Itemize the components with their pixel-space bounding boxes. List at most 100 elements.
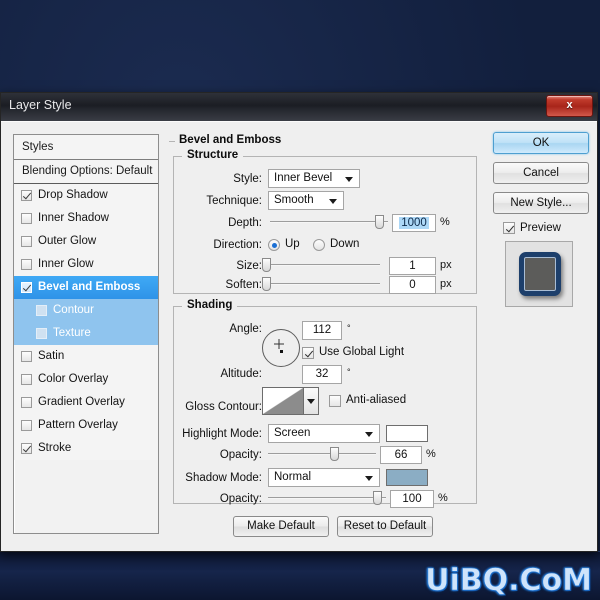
shadow-opacity-slider[interactable] — [268, 491, 386, 505]
altitude-label: Altitude: — [220, 368, 262, 380]
highlight-opacity-value: 66 — [394, 449, 408, 461]
depth-value: 1000 — [399, 217, 429, 229]
soften-input[interactable]: 0 — [389, 276, 436, 294]
gloss-contour-dropdown[interactable] — [304, 387, 319, 415]
chevron-down-icon — [365, 476, 373, 481]
preview-checkbox[interactable] — [503, 222, 515, 234]
shadow-opacity-input[interactable]: 100 — [390, 490, 434, 508]
reset-to-default-button[interactable]: Reset to Default — [337, 516, 433, 537]
angle-dial-marker — [280, 350, 283, 353]
sidebar-item-label: Bevel and Emboss — [38, 281, 141, 293]
angle-input[interactable]: 112 — [302, 321, 342, 340]
altitude-unit: ° — [347, 367, 351, 377]
use-global-light-label: Use Global Light — [319, 346, 405, 358]
dialog-titlebar: Layer Style x — [1, 93, 597, 122]
shadow-opacity-track — [268, 497, 386, 499]
sidebar-item-color-overlay[interactable]: Color Overlay — [14, 368, 158, 391]
size-value: 1 — [409, 260, 416, 272]
size-slider-track — [262, 264, 380, 266]
chevron-down-icon — [307, 399, 315, 404]
checkbox-icon[interactable] — [21, 420, 32, 431]
highlight-color-swatch[interactable] — [386, 425, 428, 442]
checkbox-icon[interactable] — [21, 282, 32, 293]
size-slider[interactable] — [262, 258, 380, 272]
size-unit: px — [440, 259, 452, 271]
direction-down-radio[interactable] — [313, 239, 325, 251]
sidebar-item-stroke[interactable]: Stroke — [14, 437, 158, 460]
sidebar-item-pattern-overlay[interactable]: Pattern Overlay — [14, 414, 158, 437]
angle-dial[interactable] — [262, 329, 300, 367]
ok-button[interactable]: OK — [493, 132, 589, 154]
sidebar-item-blending-options[interactable]: Blending Options: Default — [14, 160, 158, 184]
sidebar-item-label: Inner Shadow — [38, 212, 109, 224]
angle-unit: ° — [347, 323, 351, 333]
depth-slider[interactable] — [270, 215, 388, 229]
dialog-body: Styles Blending Options: Default Drop Sh… — [1, 121, 597, 551]
preview-toggle-row: Preview — [503, 222, 591, 234]
shadow-color-swatch[interactable] — [386, 469, 428, 486]
layer-style-dialog: Layer Style x Styles Blending Options: D… — [0, 92, 598, 552]
new-style-button[interactable]: New Style... — [493, 192, 589, 214]
checkbox-icon[interactable] — [21, 259, 32, 270]
sidebar-item-drop-shadow[interactable]: Drop Shadow — [14, 184, 158, 207]
checkbox-icon[interactable] — [21, 374, 32, 385]
styles-list: Styles Blending Options: Default Drop Sh… — [13, 134, 159, 534]
contour-curve-graphic — [263, 388, 303, 414]
size-label: Size: — [236, 260, 262, 272]
highlight-opacity-knob[interactable] — [330, 447, 339, 461]
section-rule-left — [169, 141, 175, 142]
close-icon[interactable]: x — [546, 95, 593, 117]
shading-legend: Shading — [182, 299, 238, 311]
checkbox-icon[interactable] — [36, 328, 47, 339]
chevron-down-icon — [365, 432, 373, 437]
sidebar-item-gradient-overlay[interactable]: Gradient Overlay — [14, 391, 158, 414]
sidebar-item-texture[interactable]: Texture — [14, 322, 158, 345]
soften-unit: px — [440, 278, 452, 290]
checkbox-icon[interactable] — [21, 443, 32, 454]
make-default-button[interactable]: Make Default — [233, 516, 329, 537]
sidebar-item-satin[interactable]: Satin — [14, 345, 158, 368]
sidebar-items-container: Drop Shadow Inner Shadow Outer Glow Inner G… — [14, 184, 158, 460]
sidebar-item-inner-glow[interactable]: Inner Glow — [14, 253, 158, 276]
highlight-opacity-slider[interactable] — [268, 447, 376, 461]
depth-slider-knob[interactable] — [375, 215, 384, 229]
use-global-light-checkbox[interactable] — [302, 347, 314, 359]
depth-label: Depth: — [228, 217, 262, 229]
highlight-opacity-input[interactable]: 66 — [380, 446, 422, 464]
altitude-value: 32 — [315, 368, 329, 380]
sidebar-item-outer-glow[interactable]: Outer Glow — [14, 230, 158, 253]
angle-label: Angle: — [229, 323, 262, 335]
chevron-down-icon — [345, 177, 353, 182]
size-slider-knob[interactable] — [262, 258, 271, 272]
checkbox-icon[interactable] — [21, 213, 32, 224]
technique-dropdown[interactable]: Smooth — [268, 191, 344, 210]
style-dropdown[interactable]: Inner Bevel — [268, 169, 360, 188]
shadow-mode-value: Normal — [274, 471, 312, 483]
checkbox-icon[interactable] — [36, 305, 47, 316]
checkbox-icon[interactable] — [21, 397, 32, 408]
gloss-contour-swatch[interactable] — [262, 387, 304, 415]
shadow-opacity-knob[interactable] — [373, 491, 382, 505]
cancel-button[interactable]: Cancel — [493, 162, 589, 184]
checkbox-icon[interactable] — [21, 190, 32, 201]
anti-aliased-checkbox[interactable] — [329, 395, 341, 407]
sidebar-item-inner-shadow[interactable]: Inner Shadow — [14, 207, 158, 230]
sidebar-item-contour[interactable]: Contour — [14, 299, 158, 322]
shadow-mode-dropdown[interactable]: Normal — [268, 468, 380, 487]
checkbox-icon[interactable] — [21, 236, 32, 247]
size-input[interactable]: 1 — [389, 257, 436, 275]
depth-input[interactable]: 1000 — [392, 214, 436, 232]
highlight-mode-dropdown[interactable]: Screen — [268, 424, 380, 443]
soften-slider-knob[interactable] — [262, 277, 271, 291]
soften-slider[interactable] — [262, 277, 380, 291]
altitude-input[interactable]: 32 — [302, 365, 342, 384]
sidebar-item-bevel-and-emboss[interactable]: Bevel and Emboss — [14, 276, 158, 299]
section-title: Bevel and Emboss — [179, 134, 282, 146]
shadow-opacity-value: 100 — [402, 493, 422, 505]
styles-list-header: Styles — [14, 135, 158, 160]
dialog-actions: OK Cancel New Style... Preview — [493, 132, 591, 307]
checkbox-icon[interactable] — [21, 351, 32, 362]
direction-up-radio[interactable] — [268, 239, 280, 251]
technique-label: Technique: — [206, 195, 262, 207]
soften-slider-track — [262, 283, 380, 285]
